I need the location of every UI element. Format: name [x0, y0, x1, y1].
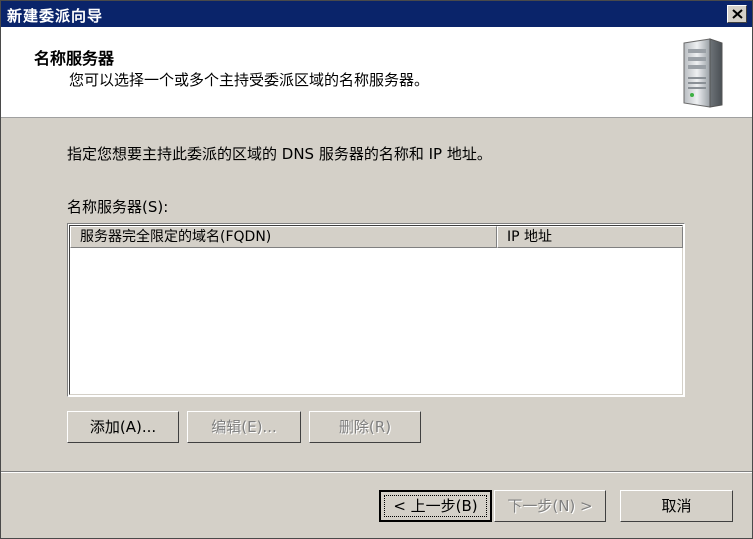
focus-rect — [384, 495, 487, 517]
delete-button[interactable]: 删除(R) — [309, 411, 421, 443]
column-header-fqdn[interactable]: 服务器完全限定的域名(FQDN) — [70, 226, 497, 248]
window-title: 新建委派向导 — [7, 7, 104, 25]
new-delegation-wizard-dialog: 新建委派向导 名称服务器 您可以选择一个或多个主持受委派区域的名称服务器。 指定… — [0, 0, 753, 539]
page-title: 名称服务器 — [34, 49, 115, 68]
list-body: 服务器完全限定的域名(FQDN) IP 地址 — [69, 225, 683, 395]
back-button[interactable]: < 上一步(B) — [379, 490, 492, 522]
button-separator — [1, 471, 752, 473]
title-bar[interactable]: 新建委派向导 — [1, 1, 752, 27]
wizard-header: 名称服务器 您可以选择一个或多个主持受委派区域的名称服务器。 — [1, 27, 752, 118]
close-icon — [732, 9, 743, 19]
cancel-button[interactable]: 取消 — [620, 490, 733, 522]
instruction-text: 指定您想要主持此委派的区域的 DNS 服务器的名称和 IP 地址。 — [67, 145, 492, 163]
page-subtitle: 您可以选择一个或多个主持受委派区域的名称服务器。 — [69, 71, 430, 89]
add-button[interactable]: 添加(A)... — [67, 411, 179, 443]
column-header-ip[interactable]: IP 地址 — [497, 226, 683, 248]
edit-button[interactable]: 编辑(E)... — [187, 411, 301, 443]
next-button[interactable]: 下一步(N) > — [494, 490, 606, 522]
name-servers-list[interactable]: 服务器完全限定的域名(FQDN) IP 地址 — [67, 223, 685, 397]
close-button[interactable] — [727, 5, 747, 23]
name-servers-label: 名称服务器(S): — [67, 198, 169, 216]
server-icon — [683, 38, 723, 108]
